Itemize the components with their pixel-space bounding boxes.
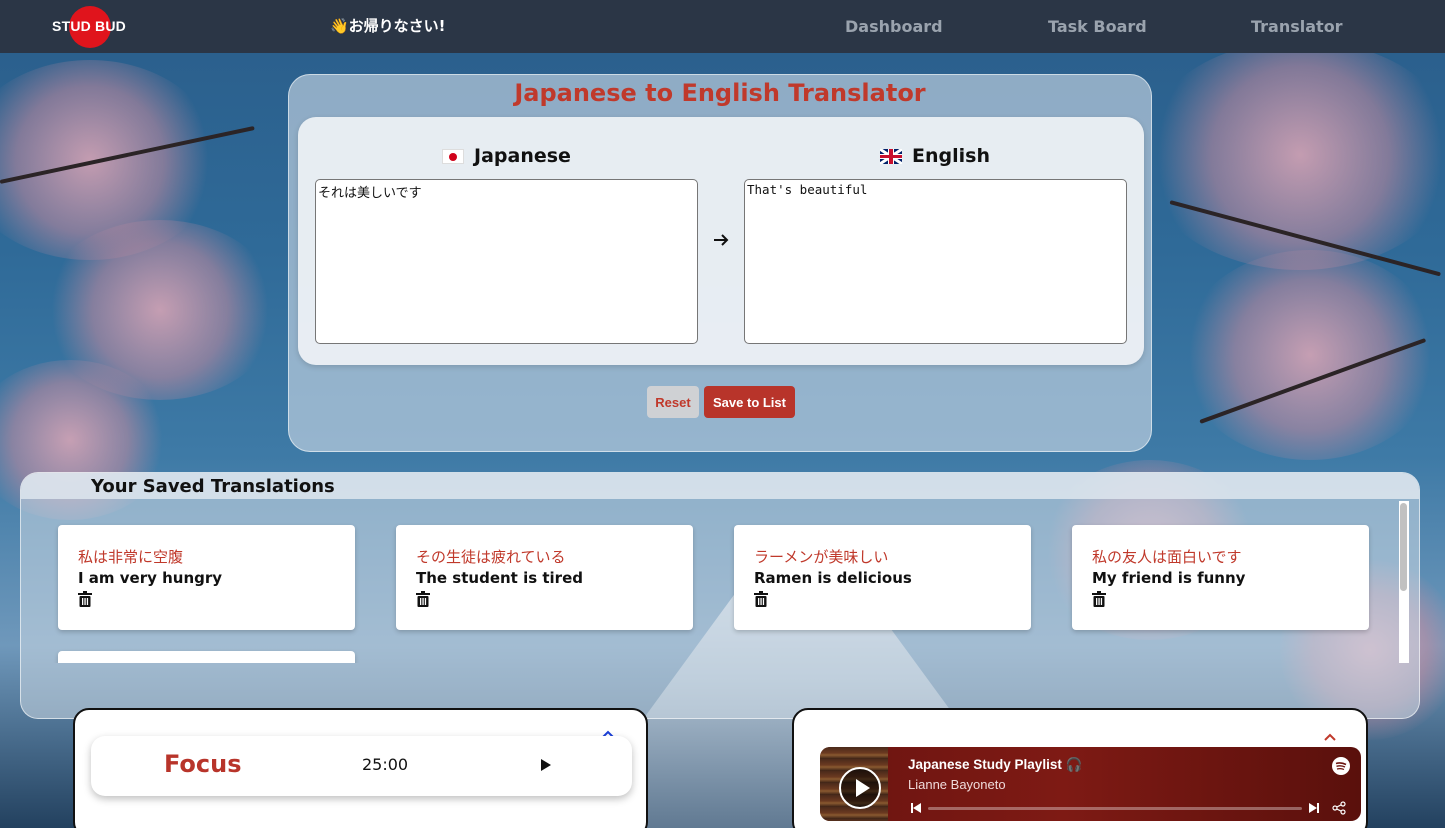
share-icon[interactable] bbox=[1332, 801, 1346, 815]
saved-list-scroll-thumb[interactable] bbox=[1400, 503, 1407, 591]
uk-flag-icon bbox=[880, 148, 902, 164]
saved-cards-list[interactable]: 私は非常に空腹 I am very hungry その生徒は疲れている The … bbox=[21, 501, 1405, 663]
skip-next-icon[interactable] bbox=[1309, 803, 1319, 813]
focus-timer-card: Focus 25:00 bbox=[73, 708, 648, 828]
saved-card-japanese: 私は非常に空腹 bbox=[78, 548, 184, 566]
japan-flag-icon bbox=[442, 148, 464, 164]
focus-label: Focus bbox=[164, 750, 242, 778]
play-icon[interactable] bbox=[539, 757, 553, 773]
playlist-title[interactable]: Japanese Study Playlist 🎧 bbox=[908, 757, 1082, 773]
play-button[interactable] bbox=[839, 767, 881, 809]
trash-icon[interactable] bbox=[754, 591, 768, 607]
saved-card bbox=[58, 651, 355, 663]
nav-link-dashboard[interactable]: Dashboard bbox=[845, 17, 943, 36]
nav-link-task-board[interactable]: Task Board bbox=[1048, 17, 1147, 36]
trash-icon[interactable] bbox=[78, 591, 92, 607]
saved-card-japanese: その生徒は疲れている bbox=[416, 548, 566, 566]
translator-title: Japanese to English Translator bbox=[514, 79, 926, 107]
trash-icon[interactable] bbox=[1092, 591, 1106, 607]
saved-card-japanese: 私の友人は面白いです bbox=[1092, 548, 1242, 566]
chevron-up-icon[interactable] bbox=[1323, 732, 1337, 742]
saved-card-english: My friend is funny bbox=[1092, 569, 1246, 587]
target-text-output[interactable]: That's beautiful bbox=[744, 179, 1127, 344]
music-player-card: Japanese Study Playlist 🎧 Lianne Bayonet… bbox=[792, 708, 1368, 828]
playback-progress-bar[interactable] bbox=[928, 807, 1302, 810]
saved-translations-title: Your Saved Translations bbox=[91, 476, 335, 497]
playlist-artist[interactable]: Lianne Bayoneto bbox=[908, 777, 1006, 792]
saved-card-english: I am very hungry bbox=[78, 569, 223, 587]
saved-card: ラーメンが美味しい Ramen is delicious bbox=[734, 525, 1031, 630]
reset-button[interactable]: Reset bbox=[647, 386, 699, 418]
skip-previous-icon[interactable] bbox=[911, 803, 921, 813]
source-language-label: Japanese bbox=[442, 145, 571, 167]
saved-card-english: Ramen is delicious bbox=[754, 569, 912, 587]
saved-card: 私は非常に空腹 I am very hungry bbox=[58, 525, 355, 630]
source-text-input[interactable]: それは美しいです bbox=[315, 179, 698, 344]
trash-icon[interactable] bbox=[416, 591, 430, 607]
arrow-right-icon bbox=[714, 234, 729, 246]
saved-card: その生徒は疲れている The student is tired bbox=[396, 525, 693, 630]
save-to-list-button[interactable]: Save to List bbox=[704, 386, 795, 418]
saved-translations-panel: Your Saved Translations 私は非常に空腹 I am ver… bbox=[20, 472, 1420, 719]
focus-timer-bar: Focus 25:00 bbox=[91, 736, 632, 796]
saved-card: 私の友人は面白いです My friend is funny bbox=[1072, 525, 1369, 630]
spotify-embed: Japanese Study Playlist 🎧 Lianne Bayonet… bbox=[820, 747, 1361, 821]
saved-card-japanese: ラーメンが美味しい bbox=[754, 548, 889, 566]
top-navbar: STUD BUD 👋お帰りなさい! Dashboard Task Board T… bbox=[0, 0, 1445, 53]
greeting-text: 👋お帰りなさい! bbox=[330, 17, 446, 35]
studbud-logo[interactable]: STUD BUD bbox=[52, 5, 126, 49]
focus-time: 25:00 bbox=[362, 755, 409, 774]
nav-link-translator[interactable]: Translator bbox=[1251, 17, 1343, 36]
translator-card: Japanese to English Translator Japanese … bbox=[288, 74, 1152, 452]
translator-panel: Japanese English それは美しいです That's beautif… bbox=[298, 117, 1144, 365]
spotify-icon[interactable] bbox=[1332, 757, 1350, 775]
target-language-label: English bbox=[880, 145, 990, 167]
saved-card-english: The student is tired bbox=[416, 569, 583, 587]
